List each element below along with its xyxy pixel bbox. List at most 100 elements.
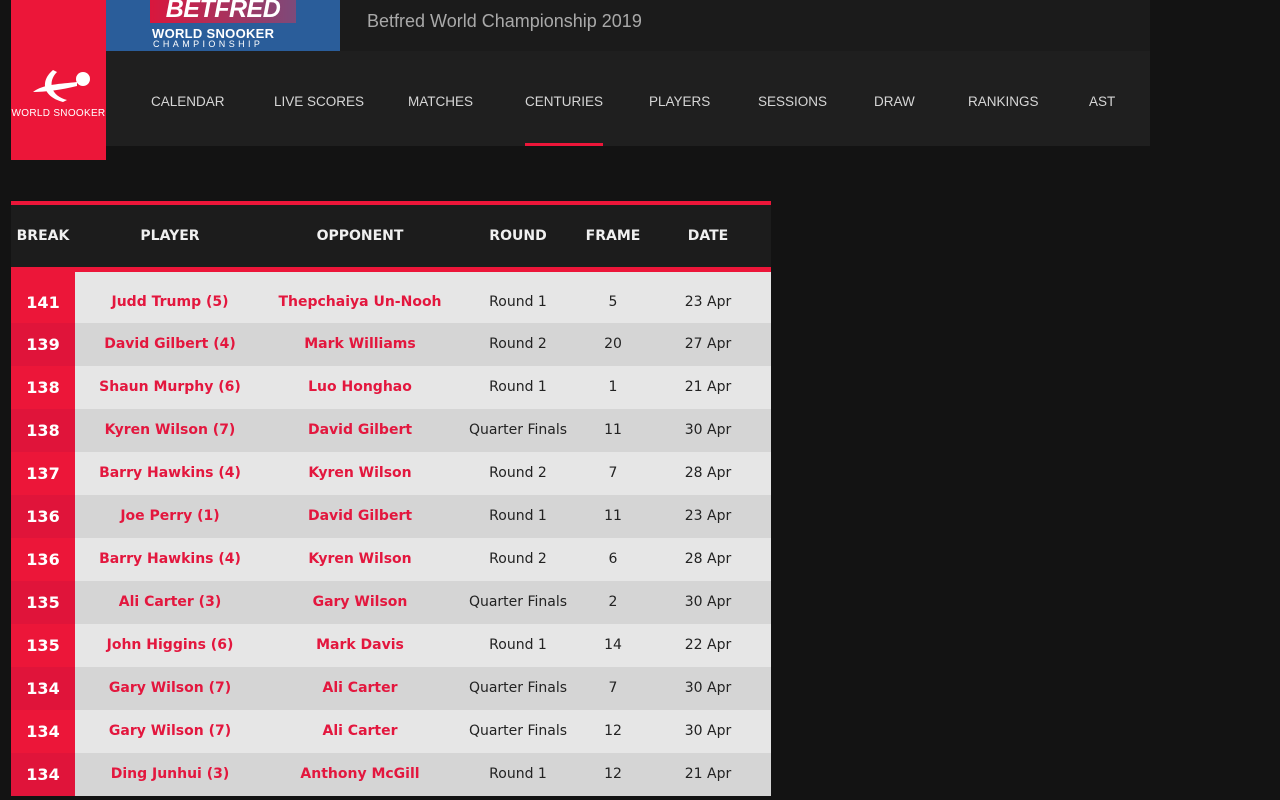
date-cell: 27 Apr: [645, 322, 771, 366]
header-bar: Betfred World Championship 2019: [340, 0, 1150, 51]
date-cell: 21 Apr: [645, 752, 771, 796]
table-body: 141 Judd Trump (5) Thepchaiya Un-Nooh Round…: [11, 269, 771, 796]
round-cell: Round 2: [455, 537, 581, 581]
championship-banner[interactable]: BETFRED WORLD SNOOKER CHAMPIONSHIP: [106, 0, 340, 51]
round-cell: Quarter Finals: [455, 580, 581, 624]
opponent-cell[interactable]: Kyren Wilson: [265, 451, 455, 495]
opponent-cell[interactable]: David Gilbert: [265, 494, 455, 538]
date-cell: 30 Apr: [645, 408, 771, 452]
frame-cell: 11: [581, 494, 645, 538]
round-cell: Round 1: [455, 269, 581, 323]
nav-centuries[interactable]: CENTURIES: [525, 51, 604, 146]
frame-cell: 6: [581, 537, 645, 581]
frame-cell: 12: [581, 709, 645, 753]
player-cell[interactable]: Shaun Murphy (6): [75, 365, 265, 409]
nav-players[interactable]: PLAYERS: [649, 51, 710, 146]
table-row: 141 Judd Trump (5) Thepchaiya Un-Nooh Round…: [11, 269, 771, 323]
frame-cell: 14: [581, 623, 645, 667]
frame-cell: 7: [581, 451, 645, 495]
banner-betfred: BETFRED: [150, 0, 296, 23]
nav-more[interactable]: AST: [1089, 51, 1115, 146]
opponent-cell[interactable]: Mark Williams: [265, 322, 455, 366]
table-row: 134 Ding Junhui (3) Anthony McGill Round 11…: [11, 752, 771, 796]
col-frame: FRAME: [581, 205, 645, 272]
nav-calendar[interactable]: CALENDAR: [151, 51, 225, 146]
break-cell: 135: [11, 623, 75, 667]
break-cell: 138: [11, 408, 75, 452]
break-cell: 134: [11, 666, 75, 710]
banner-line3: CHAMPIONSHIP: [153, 39, 264, 49]
opponent-cell[interactable]: Ali Carter: [265, 709, 455, 753]
frame-cell: 12: [581, 752, 645, 796]
frame-cell: 2: [581, 580, 645, 624]
player-cell[interactable]: Kyren Wilson (7): [75, 408, 265, 452]
date-cell: 30 Apr: [645, 666, 771, 710]
table-row: 136 Barry Hawkins (4) Kyren Wilson Round 26…: [11, 537, 771, 581]
date-cell: 30 Apr: [645, 709, 771, 753]
frame-cell: 5: [581, 269, 645, 323]
player-cell[interactable]: John Higgins (6): [75, 623, 265, 667]
table-row: 136 Joe Perry (1) David Gilbert Round 1 11 23…: [11, 494, 771, 538]
player-cell[interactable]: Barry Hawkins (4): [75, 537, 265, 581]
date-cell: 30 Apr: [645, 580, 771, 624]
nav-draw[interactable]: DRAW: [874, 51, 915, 146]
date-cell: 28 Apr: [645, 451, 771, 495]
table-row: 134 Gary Wilson (7) Ali Carter Quarter Fina…: [11, 666, 771, 710]
table-row: 138 Kyren Wilson (7) David Gilbert Quarter …: [11, 408, 771, 452]
break-cell: 141: [11, 269, 75, 323]
table-row: 135 Ali Carter (3) Gary Wilson Quarter Fina…: [11, 580, 771, 624]
opponent-cell[interactable]: Anthony McGill: [265, 752, 455, 796]
round-cell: Round 2: [455, 322, 581, 366]
break-cell: 134: [11, 752, 75, 796]
date-cell: 23 Apr: [645, 494, 771, 538]
round-cell: Round 1: [455, 623, 581, 667]
opponent-cell[interactable]: Luo Honghao: [265, 365, 455, 409]
opponent-cell[interactable]: Ali Carter: [265, 666, 455, 710]
round-cell: Round 1: [455, 494, 581, 538]
col-break: BREAK: [11, 205, 75, 272]
date-cell: 23 Apr: [645, 269, 771, 323]
frame-cell: 20: [581, 322, 645, 366]
round-cell: Quarter Finals: [455, 408, 581, 452]
player-cell[interactable]: Gary Wilson (7): [75, 709, 265, 753]
nav-matches[interactable]: MATCHES: [408, 51, 473, 146]
player-cell[interactable]: Ding Junhui (3): [75, 752, 265, 796]
player-cell[interactable]: Ali Carter (3): [75, 580, 265, 624]
logo-text: WORLD SNOOKER: [11, 108, 106, 119]
opponent-cell[interactable]: Kyren Wilson: [265, 537, 455, 581]
table-row: 138 Shaun Murphy (6) Luo Honghao Round 1 1 21…: [11, 365, 771, 409]
col-player: PLAYER: [75, 205, 265, 272]
break-cell: 134: [11, 709, 75, 753]
nav-rankings[interactable]: RANKINGS: [968, 51, 1039, 146]
round-cell: Round 1: [455, 752, 581, 796]
player-cell[interactable]: Barry Hawkins (4): [75, 451, 265, 495]
round-cell: Quarter Finals: [455, 666, 581, 710]
date-cell: 28 Apr: [645, 537, 771, 581]
opponent-cell[interactable]: Gary Wilson: [265, 580, 455, 624]
frame-cell: 7: [581, 666, 645, 710]
round-cell: Quarter Finals: [455, 709, 581, 753]
page-title: Betfred World Championship 2019: [367, 11, 642, 31]
break-cell: 136: [11, 537, 75, 581]
snooker-logo-icon: [33, 70, 90, 102]
nav-live-scores[interactable]: LIVE SCORES: [274, 51, 364, 146]
table-row: 135 John Higgins (6) Mark Davis Round 1 14 22…: [11, 623, 771, 667]
break-cell: 138: [11, 365, 75, 409]
opponent-cell[interactable]: David Gilbert: [265, 408, 455, 452]
opponent-cell[interactable]: Thepchaiya Un-Nooh: [265, 269, 455, 323]
player-cell[interactable]: David Gilbert (4): [75, 322, 265, 366]
opponent-cell[interactable]: Mark Davis: [265, 623, 455, 667]
player-cell[interactable]: Judd Trump (5): [75, 269, 265, 323]
col-round: ROUND: [455, 205, 581, 272]
table-row: 139 David Gilbert (4) Mark Williams Round 2…: [11, 322, 771, 366]
centuries-table: BREAK PLAYER OPPONENT ROUND FRAME DATE 1…: [11, 201, 771, 796]
date-cell: 21 Apr: [645, 365, 771, 409]
world-snooker-logo[interactable]: WORLD SNOOKER: [11, 0, 106, 160]
player-cell[interactable]: Gary Wilson (7): [75, 666, 265, 710]
nav-sessions[interactable]: SESSIONS: [758, 51, 827, 146]
frame-cell: 11: [581, 408, 645, 452]
player-cell[interactable]: Joe Perry (1): [75, 494, 265, 538]
break-cell: 136: [11, 494, 75, 538]
date-cell: 22 Apr: [645, 623, 771, 667]
round-cell: Round 2: [455, 451, 581, 495]
